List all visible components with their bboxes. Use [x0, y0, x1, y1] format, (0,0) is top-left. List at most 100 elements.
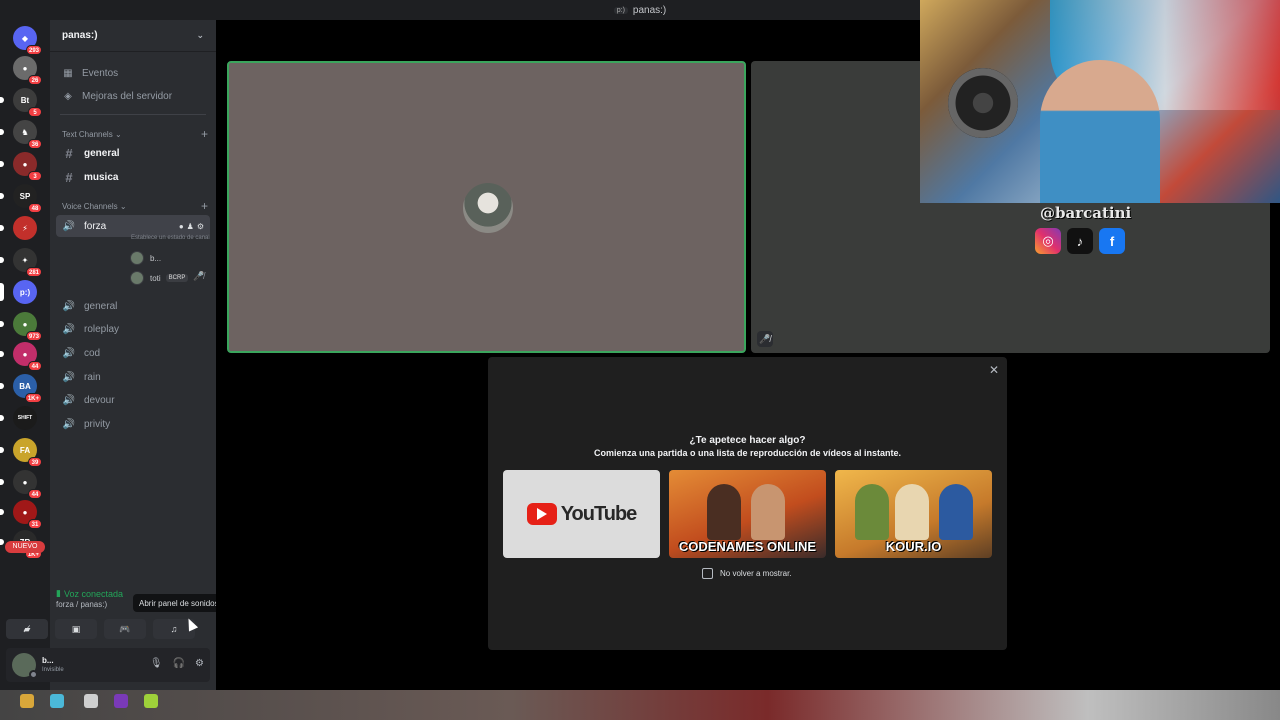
- server-icon-srv8[interactable]: ✦ 281: [0, 248, 42, 277]
- voice-channels-category[interactable]: Voice Channels ⌄ +: [62, 199, 208, 213]
- server-icon-srv10[interactable]: ● 973: [0, 312, 42, 341]
- voice-channel[interactable]: 🔊 general: [56, 295, 210, 317]
- checkbox-box[interactable]: [702, 568, 713, 579]
- gear-icon[interactable]: ⚙: [197, 222, 204, 231]
- voice-channel[interactable]: 🔊 roleplay: [56, 318, 210, 340]
- dont-show-again-checkbox[interactable]: No volver a mostrar.: [702, 568, 792, 579]
- taskbar-app-icon[interactable]: [50, 694, 64, 708]
- voice-user[interactable]: b...: [130, 249, 161, 267]
- instagram-icon: ◎: [1035, 228, 1061, 254]
- microphone-icon[interactable]: 🎙: [150, 658, 163, 669]
- unread-indicator: [0, 97, 4, 103]
- text-channels-category[interactable]: Text Channels ⌄ +: [62, 127, 208, 141]
- server-icon-srv9[interactable]: p:): [0, 280, 37, 304]
- unread-indicator: [0, 415, 4, 421]
- server-icon-srv4[interactable]: ♞ 36: [0, 120, 42, 149]
- channel-label: general: [84, 147, 120, 159]
- taskbar-app-icon[interactable]: [114, 694, 128, 708]
- unread-indicator: [0, 225, 4, 231]
- server-header[interactable]: panas:) ⌄: [50, 20, 216, 52]
- server-icon-label: ●: [22, 63, 28, 73]
- channel-label: rain: [84, 371, 101, 383]
- gear-icon[interactable]: ⚙: [195, 658, 204, 669]
- mention-badge: 31: [28, 519, 42, 529]
- server-icon-label: ●: [22, 507, 28, 517]
- screen-share-button[interactable]: ▣: [55, 619, 97, 639]
- activities-button[interactable]: 🎮: [104, 619, 146, 639]
- server-mini-icon: p:): [613, 6, 628, 14]
- user-tag: BCRP: [165, 274, 189, 282]
- voice-channel[interactable]: 🔊 devour: [56, 389, 210, 411]
- server-icon-label: ⚡: [22, 223, 28, 233]
- activity-codenames[interactable]: CODENAMES ONLINE: [669, 470, 826, 558]
- tiktok-icon: ♪: [1067, 228, 1093, 254]
- server-icon-srv11[interactable]: ● 44: [0, 342, 42, 371]
- server-icon-srv6[interactable]: SP 48: [0, 184, 42, 213]
- youtube-play-icon: [526, 503, 557, 525]
- server-boosts-link[interactable]: ◈ Mejoras del servidor: [62, 87, 172, 105]
- activity-youtube[interactable]: YouTube: [503, 470, 660, 558]
- server-icon-label: FA: [19, 445, 31, 455]
- server-icon-label: ♞: [21, 127, 29, 137]
- server-icon-label: SP: [19, 191, 31, 201]
- camera-off-button[interactable]: ▰̸: [6, 619, 48, 639]
- voice-channel-forza[interactable]: 🔊 forza ● ♟ ⚙: [56, 215, 210, 237]
- new-badge[interactable]: NUEVO: [5, 541, 45, 553]
- chevron-down-icon: ⌄: [196, 30, 204, 40]
- server-icon-label: ◆: [21, 33, 29, 43]
- close-icon[interactable]: ✕: [987, 363, 1001, 377]
- invite-icon[interactable]: ♟: [187, 222, 194, 231]
- server-icon-srv5[interactable]: ● 3: [0, 152, 42, 181]
- server-icon-srv2[interactable]: ● 26: [13, 56, 42, 85]
- server-icon-label: Bt: [20, 95, 30, 105]
- server-icon-srv13[interactable]: SHIFT: [0, 406, 37, 430]
- channel-general[interactable]: # general: [56, 142, 210, 164]
- server-icon-label: BA: [19, 381, 31, 391]
- channel-status-hint[interactable]: Establece un estado de canal: [131, 235, 210, 241]
- server-name: panas:): [62, 30, 98, 41]
- server-icon-srv14[interactable]: FA 39: [0, 438, 42, 467]
- server-icon-srv3[interactable]: Bt 5: [0, 88, 42, 117]
- mention-badge: 5: [28, 107, 42, 117]
- calendar-icon: ▦: [63, 67, 73, 79]
- avatar[interactable]: [12, 653, 38, 679]
- taskbar-app-icon[interactable]: [144, 694, 158, 708]
- character-figure: [707, 484, 741, 540]
- character-figure: [855, 484, 889, 540]
- user-name[interactable]: b...: [42, 656, 54, 665]
- server-icon-srv12[interactable]: BA 1K+: [0, 374, 42, 403]
- unread-indicator: [0, 129, 4, 135]
- activities-modal: ✕ ¿Te apetece hacer algo? Comienza una p…: [488, 357, 1007, 650]
- headphones-icon[interactable]: 🎧: [173, 658, 185, 669]
- events-link[interactable]: ▦ Eventos: [62, 64, 118, 82]
- server-icon-srv16[interactable]: ● 31: [0, 500, 42, 529]
- unread-indicator: [0, 161, 4, 167]
- speaker-icon: 🔊: [62, 300, 76, 312]
- channel-musica[interactable]: # musica: [56, 166, 210, 188]
- voice-user[interactable]: toti BCRP: [130, 269, 189, 287]
- add-channel-icon[interactable]: +: [201, 127, 208, 141]
- activity-kour[interactable]: KOUR.IO: [835, 470, 992, 558]
- taskbar-app-icon[interactable]: [20, 694, 34, 708]
- server-icon-discord[interactable]: ◆ 293: [13, 26, 42, 55]
- voice-channel[interactable]: 🔊 cod: [56, 342, 210, 364]
- mention-badge: 1K+: [24, 393, 42, 403]
- mention-badge: 26: [28, 75, 42, 85]
- add-channel-icon[interactable]: +: [201, 199, 208, 213]
- boosts-label: Mejoras del servidor: [82, 90, 173, 102]
- screen-share-icon: ▣: [71, 623, 81, 634]
- server-icon-srv15[interactable]: ● 44: [0, 470, 42, 499]
- voice-channel[interactable]: 🔊 rain: [56, 366, 210, 388]
- voice-channel[interactable]: 🔊 privity: [56, 413, 210, 435]
- server-icon-srv7[interactable]: ⚡: [0, 216, 37, 240]
- voice-connected-status[interactable]: ▮ Voz conectada: [56, 588, 123, 599]
- mention-badge: 281: [25, 267, 42, 277]
- chat-icon[interactable]: ●: [179, 222, 184, 231]
- server-icon-label: ●: [22, 159, 28, 169]
- voice-location[interactable]: forza / panas:): [56, 600, 107, 609]
- taskbar-app-icon[interactable]: [84, 694, 98, 708]
- participant-tile-speaking[interactable]: [227, 61, 746, 353]
- chevron-down-icon: ⌄: [119, 201, 127, 211]
- boost-icon: ◈: [64, 90, 72, 102]
- mention-badge: 36: [28, 139, 42, 149]
